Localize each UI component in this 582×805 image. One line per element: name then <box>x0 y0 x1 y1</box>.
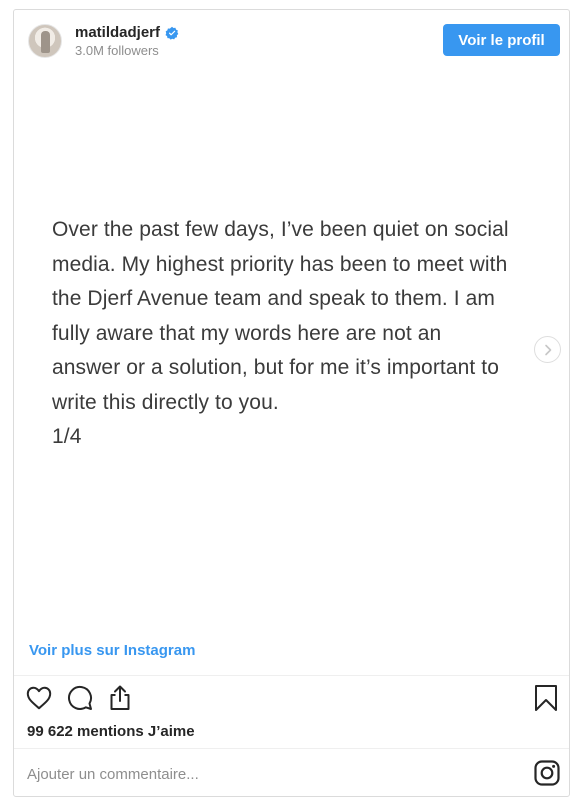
view-more-link[interactable]: Voir plus sur Instagram <box>29 642 195 659</box>
comment-button[interactable] <box>66 684 94 712</box>
post-header: matildadjerf 3.0M followers Voir le prof… <box>14 10 569 72</box>
bookmark-icon <box>535 685 557 711</box>
username[interactable]: matildadjerf <box>75 24 160 41</box>
action-bar <box>14 684 569 716</box>
save-button[interactable] <box>532 684 560 712</box>
instagram-embed-card: matildadjerf 3.0M followers Voir le prof… <box>13 9 570 797</box>
avatar[interactable] <box>28 24 62 58</box>
verified-badge-icon <box>165 26 179 40</box>
chevron-right-icon <box>544 344 551 355</box>
username-row: matildadjerf <box>75 24 179 41</box>
share-icon <box>110 685 130 710</box>
instagram-icon[interactable] <box>534 760 560 786</box>
like-button[interactable] <box>25 684 53 712</box>
divider <box>14 675 569 676</box>
avatar-figure <box>41 31 50 53</box>
comment-icon <box>68 685 92 710</box>
view-profile-button[interactable]: Voir le profil <box>443 24 560 56</box>
share-button[interactable] <box>106 684 134 712</box>
followers-count: 3.0M followers <box>75 43 159 58</box>
likes-count: 99 622 mentions J’aime <box>27 723 195 740</box>
next-slide-button[interactable] <box>534 336 561 363</box>
divider <box>14 748 569 749</box>
heart-icon <box>26 686 52 710</box>
comment-input[interactable] <box>27 762 507 786</box>
post-text: Over the past few days, I’ve been quiet … <box>52 218 509 448</box>
